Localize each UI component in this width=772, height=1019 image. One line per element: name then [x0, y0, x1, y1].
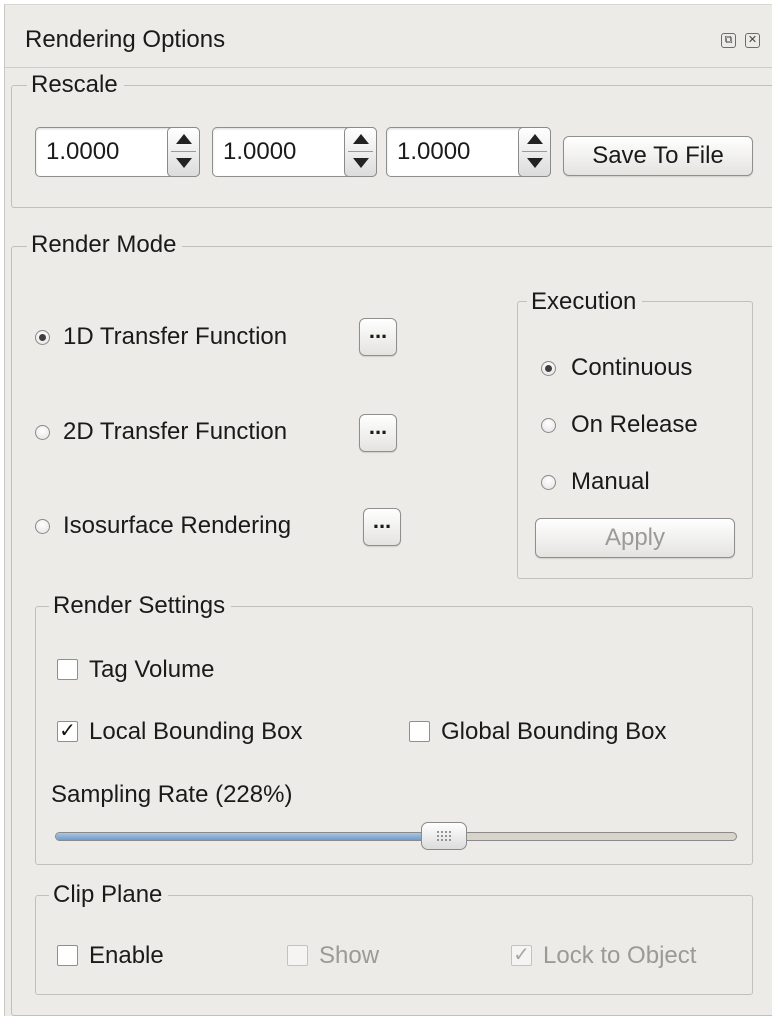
arrow-up-icon[interactable]	[527, 134, 543, 144]
label-show: Show	[319, 942, 380, 969]
panel-titlebar: Rendering Options ⧉ ✕	[5, 5, 772, 68]
radio-isosurface-rendering[interactable]	[35, 519, 50, 534]
label-continuous: Continuous	[571, 354, 693, 381]
label-sampling-rate: Sampling Rate (228%)	[51, 781, 293, 808]
sampling-rate-slider-fill	[56, 833, 445, 840]
radio-manual[interactable]	[541, 475, 556, 490]
rescale-legend: Rescale	[27, 71, 124, 99]
rescale-z-spinbox[interactable]: 1.0000	[386, 127, 551, 177]
rescale-y-spinbox[interactable]: 1.0000	[212, 127, 377, 177]
close-icon[interactable]: ✕	[745, 33, 760, 48]
save-to-file-button[interactable]: Save To File	[563, 136, 753, 176]
checkbox-global-bounding-box[interactable]	[409, 721, 430, 742]
rescale-y-stepper[interactable]	[344, 127, 377, 177]
arrow-down-icon[interactable]	[527, 158, 543, 168]
checkbox-lock-to-object[interactable]: ✓	[511, 945, 532, 966]
button-isosurface-rendering-settings[interactable]: ...	[363, 508, 401, 546]
sampling-rate-slider-track[interactable]	[55, 832, 737, 841]
radio-on-release[interactable]	[541, 418, 556, 433]
label-isosurface-rendering: Isosurface Rendering	[63, 512, 292, 539]
checkbox-local-bounding-box[interactable]: ✓	[57, 721, 78, 742]
arrow-down-icon[interactable]	[176, 158, 192, 168]
radio-continuous[interactable]	[541, 361, 556, 376]
clip-plane-legend: Clip Plane	[49, 881, 169, 909]
label-lock-to-object: Lock to Object	[543, 942, 697, 969]
label-2d-transfer-function: 2D Transfer Function	[63, 418, 288, 445]
rescale-x-spinbox[interactable]: 1.0000	[35, 127, 200, 177]
radio-2d-transfer-function[interactable]	[35, 425, 50, 440]
label-enable: Enable	[89, 942, 164, 969]
arrow-up-icon[interactable]	[176, 134, 192, 144]
label-1d-transfer-function: 1D Transfer Function	[63, 323, 288, 350]
radio-1d-transfer-function[interactable]	[35, 330, 50, 345]
button-2d-transfer-function-settings[interactable]: ...	[359, 414, 397, 452]
checkbox-enable[interactable]	[57, 945, 78, 966]
render-settings-legend: Render Settings	[49, 592, 232, 620]
float-icon[interactable]: ⧉	[721, 33, 736, 48]
button-1d-transfer-function-settings[interactable]: ...	[359, 318, 397, 356]
rescale-x-value: 1.0000	[46, 138, 120, 165]
label-global-bounding-box: Global Bounding Box	[441, 718, 667, 745]
label-on-release: On Release	[571, 411, 698, 438]
checkbox-show[interactable]	[287, 945, 308, 966]
arrow-up-icon[interactable]	[353, 134, 369, 144]
rendering-options-panel: Rendering Options ⧉ ✕ Rescale 1.0000 1.0…	[4, 4, 772, 1016]
checkbox-tag-volume[interactable]	[57, 659, 78, 680]
rescale-z-value: 1.0000	[397, 138, 471, 165]
panel-title: Rendering Options	[25, 26, 226, 53]
rescale-x-stepper[interactable]	[167, 127, 200, 177]
arrow-down-icon[interactable]	[353, 158, 369, 168]
label-local-bounding-box: Local Bounding Box	[89, 718, 303, 745]
grip-icon	[435, 830, 452, 842]
sampling-rate-slider-handle[interactable]	[420, 822, 467, 850]
rescale-y-value: 1.0000	[223, 138, 297, 165]
label-manual: Manual	[571, 468, 650, 495]
rescale-z-stepper[interactable]	[518, 127, 551, 177]
render-mode-legend: Render Mode	[27, 231, 183, 259]
apply-button[interactable]: Apply	[535, 518, 735, 558]
execution-legend: Execution	[527, 288, 643, 316]
label-tag-volume: Tag Volume	[89, 656, 215, 683]
